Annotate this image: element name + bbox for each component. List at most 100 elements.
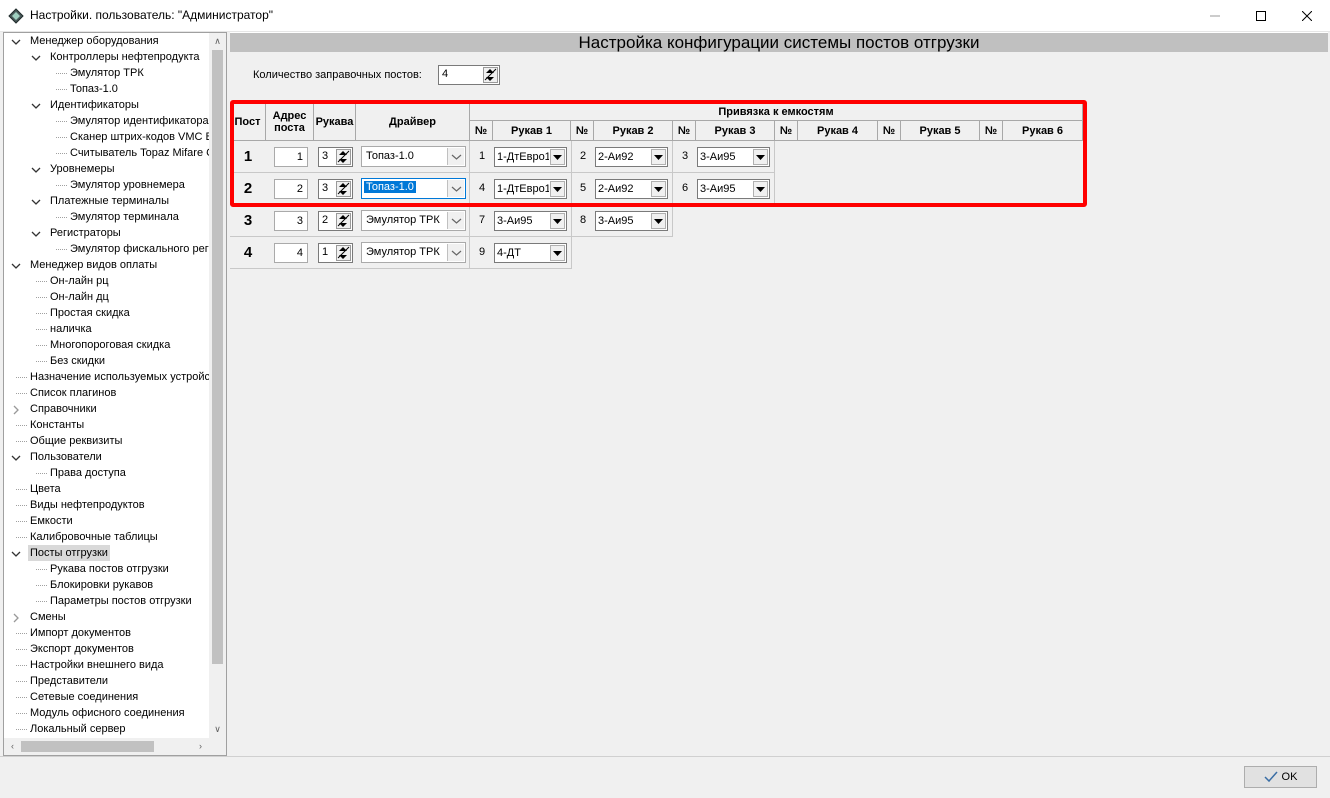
- scroll-right-icon[interactable]: ›: [192, 738, 209, 755]
- spin-arrows-icon[interactable]: [336, 213, 351, 229]
- minimize-button[interactable]: [1192, 0, 1238, 31]
- tree-item[interactable]: Импорт документов: [4, 625, 209, 641]
- tree-item[interactable]: Эмулятор фискального реги: [4, 241, 215, 257]
- post-driver-select[interactable]: Топаз-1.0: [361, 146, 466, 167]
- tree-horizontal-scroll-thumb[interactable]: [21, 741, 154, 752]
- tank-select[interactable]: 1-ДтЕвро1: [494, 147, 567, 167]
- scroll-down-icon[interactable]: ∨: [209, 721, 226, 738]
- chevron-down-icon[interactable]: [31, 196, 41, 206]
- dropdown-arrow-icon[interactable]: [550, 149, 565, 165]
- chevron-right-icon[interactable]: [11, 612, 21, 623]
- chevron-down-icon[interactable]: [11, 260, 21, 270]
- settings-tree[interactable]: Менеджер оборудования Контроллеры нефтепр…: [3, 32, 227, 756]
- tree-item[interactable]: Эмулятор терминала: [4, 209, 209, 225]
- tree-item[interactable]: Экспорт документов: [4, 641, 209, 657]
- post-address-input[interactable]: 2: [274, 179, 308, 199]
- tree-item[interactable]: наличка: [4, 321, 209, 337]
- tree-vertical-scrollbar[interactable]: ∧ ∨: [209, 33, 226, 738]
- tree-item[interactable]: Емкости: [4, 513, 209, 529]
- spin-arrows-icon[interactable]: [336, 181, 351, 197]
- tree-item[interactable]: Настройки внешнего вида: [4, 657, 209, 673]
- tree-item[interactable]: Простая скидка: [4, 305, 209, 321]
- tree-item[interactable]: Он-лайн дц: [4, 289, 209, 305]
- tree-item[interactable]: Сканер штрих-кодов VMC B: [4, 129, 213, 145]
- scroll-left-icon[interactable]: ‹: [4, 738, 21, 755]
- dropdown-arrow-icon[interactable]: [651, 213, 666, 229]
- dropdown-arrow-icon[interactable]: [550, 181, 565, 197]
- tree-item[interactable]: Виды нефтепродуктов: [4, 497, 209, 513]
- dropdown-arrow-icon[interactable]: [753, 181, 768, 197]
- tree-item[interactable]: Модуль офисного соединения: [4, 705, 209, 721]
- spin-arrows-icon[interactable]: [336, 245, 351, 261]
- tree-item[interactable]: Представители: [4, 673, 209, 689]
- spin-arrows-icon[interactable]: [483, 67, 498, 83]
- tree-item[interactable]: Блокировки рукавов: [4, 577, 209, 593]
- tank-select[interactable]: 3-Аи95: [595, 211, 668, 231]
- dropdown-arrow-icon[interactable]: [550, 245, 565, 261]
- chevron-down-icon[interactable]: [31, 100, 41, 110]
- chevron-down-icon[interactable]: [447, 180, 464, 197]
- tank-select[interactable]: 3-Аи95: [697, 147, 770, 167]
- tree-item[interactable]: Справочники: [4, 401, 209, 417]
- tree-item[interactable]: Список плагинов: [4, 385, 209, 401]
- tree-item[interactable]: Платежные терминалы: [4, 193, 209, 209]
- tree-vertical-scroll-thumb[interactable]: [212, 50, 223, 664]
- tree-item[interactable]: Регистраторы: [4, 225, 209, 241]
- post-driver-select[interactable]: Топаз-1.0: [361, 178, 466, 199]
- tank-select[interactable]: 1-ДтЕвро1: [494, 179, 567, 199]
- tree-item[interactable]: Эмулятор ТРК: [4, 65, 209, 81]
- chevron-down-icon[interactable]: [31, 164, 41, 174]
- posts-count-spinner[interactable]: 4: [438, 65, 500, 85]
- tree-item[interactable]: Цвета: [4, 481, 209, 497]
- tree-item[interactable]: Рукава постов отгрузки: [4, 561, 209, 577]
- tree-item[interactable]: Посты отгрузки: [4, 545, 209, 561]
- tank-select[interactable]: 3-Аи95: [494, 211, 567, 231]
- dropdown-arrow-icon[interactable]: [651, 181, 666, 197]
- tank-select[interactable]: 3-Аи95: [697, 179, 770, 199]
- tree-item[interactable]: Менеджер видов оплаты: [4, 257, 209, 273]
- tree-item[interactable]: Параметры постов отгрузки: [4, 593, 209, 609]
- tree-item[interactable]: Смены: [4, 609, 209, 625]
- tree-item[interactable]: Константы: [4, 417, 209, 433]
- tank-select[interactable]: 2-Аи92: [595, 147, 668, 167]
- chevron-down-icon[interactable]: [11, 548, 21, 558]
- tree-item[interactable]: Назначение используемых устройст: [4, 369, 215, 385]
- post-hoses-spinner[interactable]: 3: [318, 147, 353, 167]
- tree-horizontal-scrollbar[interactable]: ‹ ›: [4, 738, 209, 755]
- post-hoses-spinner[interactable]: 3: [318, 179, 353, 199]
- tree-item[interactable]: Калибровочные таблицы: [4, 529, 209, 545]
- tree-item[interactable]: Топаз-1.0: [4, 81, 209, 97]
- tree-item[interactable]: Эмулятор идентификатора: [4, 113, 209, 129]
- close-button[interactable]: [1284, 0, 1330, 31]
- post-driver-select[interactable]: Эмулятор ТРК: [361, 210, 466, 231]
- chevron-down-icon[interactable]: [31, 228, 41, 238]
- tree-item[interactable]: Он-лайн рц: [4, 273, 209, 289]
- chevron-down-icon[interactable]: [447, 244, 464, 261]
- tank-select[interactable]: 2-Аи92: [595, 179, 668, 199]
- tree-item[interactable]: Общие реквизиты: [4, 433, 209, 449]
- tree-item[interactable]: Локальный сервер: [4, 721, 209, 737]
- chevron-down-icon[interactable]: [447, 148, 464, 165]
- spin-arrows-icon[interactable]: [336, 149, 351, 165]
- post-address-input[interactable]: 1: [274, 147, 308, 167]
- scroll-up-icon[interactable]: ∧: [209, 33, 226, 50]
- chevron-down-icon[interactable]: [11, 36, 21, 46]
- tree-item[interactable]: Эмулятор уровнемера: [4, 177, 209, 193]
- ok-button[interactable]: OK: [1244, 766, 1317, 788]
- post-hoses-spinner[interactable]: 1: [318, 243, 353, 263]
- dropdown-arrow-icon[interactable]: [753, 149, 768, 165]
- tank-select[interactable]: 4-ДТ: [494, 243, 567, 263]
- chevron-down-icon[interactable]: [447, 212, 464, 229]
- tree-item[interactable]: Без скидки: [4, 353, 209, 369]
- post-driver-select[interactable]: Эмулятор ТРК: [361, 242, 466, 263]
- tree-item[interactable]: Контроллеры нефтепродукта: [4, 49, 209, 65]
- tree-item[interactable]: Права доступа: [4, 465, 209, 481]
- dropdown-arrow-icon[interactable]: [550, 213, 565, 229]
- chevron-down-icon[interactable]: [31, 52, 41, 62]
- maximize-button[interactable]: [1238, 0, 1284, 31]
- post-address-input[interactable]: 4: [274, 243, 308, 263]
- chevron-down-icon[interactable]: [11, 452, 21, 462]
- dropdown-arrow-icon[interactable]: [651, 149, 666, 165]
- tree-item[interactable]: Идентификаторы: [4, 97, 209, 113]
- post-address-input[interactable]: 3: [274, 211, 308, 231]
